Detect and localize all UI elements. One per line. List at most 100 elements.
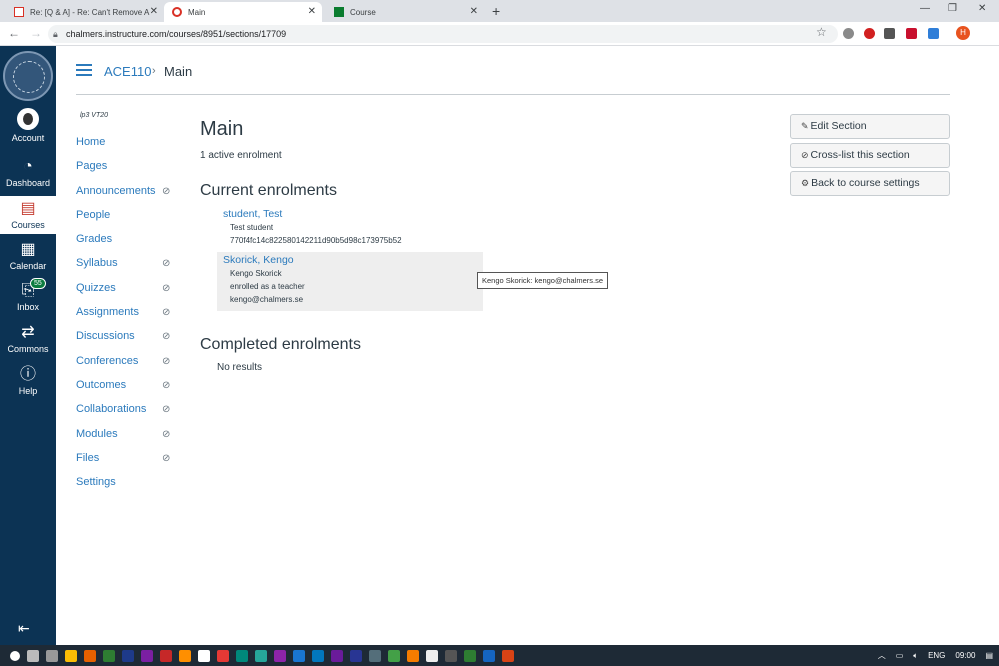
- new-tab-icon[interactable]: +: [492, 3, 500, 19]
- avatar: [17, 108, 39, 130]
- nav-label: Help: [18, 386, 38, 396]
- volume-icon[interactable]: 🔈︎: [913, 651, 918, 661]
- course-nav-quizzes[interactable]: Quizzes ⊘: [76, 280, 186, 304]
- clock[interactable]: 09:00: [955, 651, 975, 660]
- language-indicator[interactable]: ENG: [928, 651, 945, 660]
- app-icon[interactable]: [274, 649, 286, 662]
- app-icon[interactable]: [369, 649, 381, 662]
- course-nav-discussions[interactable]: Discussions ⊘: [76, 328, 186, 352]
- app-icon[interactable]: [293, 649, 305, 662]
- nav-courses[interactable]: ▤ Courses: [0, 196, 56, 234]
- task-view-icon[interactable]: [46, 649, 58, 662]
- nav-dashboard[interactable]: ◔ Dashboard: [0, 158, 56, 188]
- app-icon[interactable]: [445, 649, 457, 662]
- close-window-icon[interactable]: ✕: [978, 3, 986, 14]
- course-nav-modules[interactable]: Modules ⊘: [76, 426, 186, 450]
- nav-account[interactable]: Account: [0, 108, 56, 143]
- pinterest-icon[interactable]: [864, 28, 875, 39]
- star-icon[interactable]: ☆: [816, 25, 827, 39]
- url-field[interactable]: 🔒︎ chalmers.instructure.com/courses/8951…: [48, 25, 838, 43]
- course-nav-label: Pages: [76, 160, 108, 173]
- course-nav-pages[interactable]: Pages: [76, 158, 186, 182]
- course-nav-conferences[interactable]: Conferences ⊘: [76, 353, 186, 377]
- course-nav-label: Outcomes: [76, 378, 127, 391]
- collapse-nav-icon[interactable]: ⇤: [18, 620, 30, 637]
- close-icon[interactable]: ✕: [470, 6, 478, 17]
- app-icon[interactable]: [179, 649, 191, 662]
- close-icon[interactable]: ✕: [308, 6, 316, 17]
- dashboard-icon: ◔: [23, 158, 33, 175]
- app-icon[interactable]: [350, 649, 362, 662]
- course-nav-grades[interactable]: Grades: [76, 231, 186, 255]
- global-navigation: Account ◔ Dashboard ▤ Courses ▦ Calendar…: [0, 46, 56, 645]
- app-icon[interactable]: [312, 649, 324, 662]
- address-bar-row: ← → 🔒︎ chalmers.instructure.com/courses/…: [0, 22, 999, 46]
- app-icon[interactable]: [388, 649, 400, 662]
- course-nav-label: Announcements: [76, 184, 156, 197]
- edit-section-button[interactable]: ✎ Edit Section: [790, 114, 950, 139]
- close-icon[interactable]: ✕: [150, 6, 158, 17]
- cross-list-button[interactable]: ⊘ Cross-list this section: [790, 143, 950, 168]
- notification-icon[interactable]: ▤: [985, 651, 993, 660]
- course-nav-collaborations[interactable]: Collaborations ⊘: [76, 401, 186, 425]
- course-nav-label: Conferences: [76, 354, 139, 367]
- course-nav-home[interactable]: Home: [76, 134, 186, 158]
- chevron-up-icon[interactable]: ︿: [878, 650, 886, 661]
- back-to-settings-button[interactable]: ⚙ Back to course settings: [790, 171, 950, 196]
- restore-icon[interactable]: ❐: [948, 3, 957, 14]
- app-icon[interactable]: [160, 649, 172, 662]
- app-icon[interactable]: [483, 649, 495, 662]
- extension-icon[interactable]: [928, 28, 939, 39]
- university-logo[interactable]: [3, 51, 53, 101]
- browser-tab-active[interactable]: Main ✕: [164, 2, 322, 22]
- browser-tab[interactable]: Course ✕: [326, 2, 484, 22]
- windows-taskbar: ︿ ▭ 🔈︎ ENG 09:00 ▤: [0, 645, 999, 666]
- app-icon[interactable]: [198, 649, 210, 662]
- enrolment-name-link[interactable]: student, Test: [223, 208, 483, 220]
- course-navigation: Home Pages Announcements ⊘ People Grades Sylla…: [76, 134, 186, 498]
- chrome-icon[interactable]: [65, 649, 77, 662]
- course-nav-people[interactable]: People: [76, 207, 186, 231]
- app-icon[interactable]: [407, 649, 419, 662]
- app-icon[interactable]: [217, 649, 229, 662]
- app-icon[interactable]: [255, 649, 267, 662]
- search-icon[interactable]: [27, 649, 39, 662]
- course-nav-announcements[interactable]: Announcements ⊘: [76, 183, 186, 207]
- drive-icon[interactable]: [843, 28, 854, 39]
- nav-inbox[interactable]: ⎘ 55 Inbox: [0, 278, 56, 312]
- app-icon[interactable]: [464, 649, 476, 662]
- pdf-icon[interactable]: [906, 28, 917, 39]
- breadcrumb-course[interactable]: ACE110: [104, 64, 151, 79]
- app-icon[interactable]: [103, 649, 115, 662]
- extension-icon[interactable]: [884, 28, 895, 39]
- browser-tab[interactable]: Re: [Q & A] - Re: Can't Remove A ✕: [6, 2, 164, 22]
- nav-label: Commons: [7, 344, 49, 354]
- hamburger-menu-icon[interactable]: [76, 64, 92, 76]
- minimize-icon[interactable]: —: [920, 3, 930, 14]
- nav-label: Courses: [11, 220, 45, 230]
- app-icon[interactable]: [236, 649, 248, 662]
- nav-commons[interactable]: ⇄ Commons: [0, 324, 56, 354]
- windows-start-icon[interactable]: [10, 650, 20, 661]
- inbox-icon: ⎘: [21, 282, 35, 299]
- course-nav-assignments[interactable]: Assignments ⊘: [76, 304, 186, 328]
- battery-icon[interactable]: ▭: [896, 651, 904, 660]
- forward-icon[interactable]: →: [30, 26, 42, 40]
- app-icon[interactable]: [331, 649, 343, 662]
- eye-off-icon: ⊘: [162, 428, 171, 440]
- nav-calendar[interactable]: ▦ Calendar: [0, 241, 56, 271]
- course-nav-settings[interactable]: Settings: [76, 474, 186, 498]
- back-icon[interactable]: ←: [8, 26, 20, 40]
- firefox-icon[interactable]: [84, 649, 96, 662]
- course-nav-outcomes[interactable]: Outcomes ⊘: [76, 377, 186, 401]
- app-icon[interactable]: [502, 649, 514, 662]
- app-icon[interactable]: [141, 649, 153, 662]
- list-item: student, Test Test student 770f4fc14c822…: [217, 208, 483, 250]
- nav-help[interactable]: ⓘ Help: [0, 366, 56, 396]
- profile-avatar[interactable]: H: [956, 26, 970, 40]
- app-icon[interactable]: [426, 649, 438, 662]
- course-nav-files[interactable]: Files ⊘: [76, 450, 186, 474]
- enrolment-name-link[interactable]: Skorick, Kengo: [223, 254, 483, 266]
- app-icon[interactable]: [122, 649, 134, 662]
- course-nav-syllabus[interactable]: Syllabus ⊘: [76, 255, 186, 279]
